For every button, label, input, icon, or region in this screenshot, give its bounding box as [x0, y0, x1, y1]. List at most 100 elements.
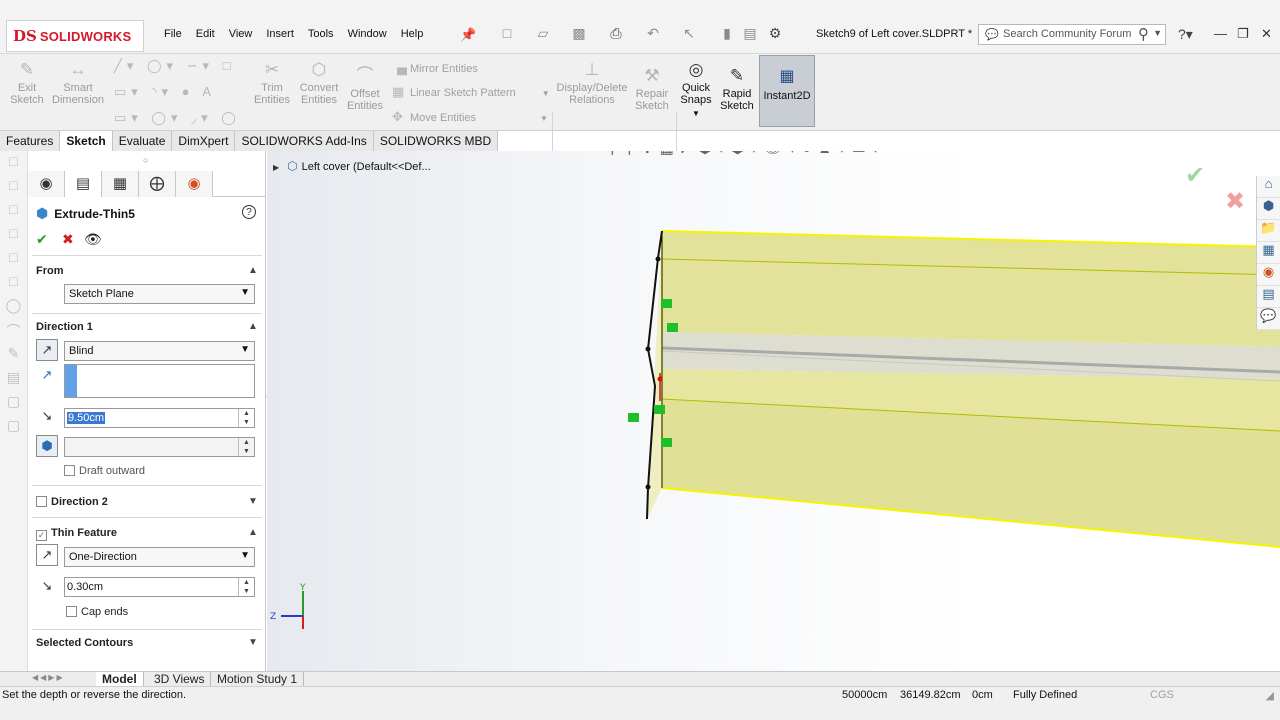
- expand-triangle-icon[interactable]: ▶: [273, 163, 279, 172]
- reverse-direction-icon[interactable]: ↗: [36, 339, 58, 361]
- menu-insert[interactable]: Insert: [266, 28, 294, 40]
- tab-evaluate[interactable]: Evaluate: [112, 131, 173, 151]
- apply-scene-icon[interactable]: ▲▾: [817, 151, 851, 157]
- thin-feature-checkbox[interactable]: ✓ Thin Feature: [36, 527, 117, 541]
- depth-input[interactable]: 9.50cm ▲ ▼: [64, 408, 255, 428]
- strip-tool-icon[interactable]: □: [0, 225, 27, 247]
- viewport-prev-icon[interactable]: □: [1157, 151, 1174, 152]
- strip-tool-icon[interactable]: ◯: [0, 297, 27, 319]
- section-view-icon[interactable]: ▦: [660, 151, 680, 157]
- trim-entities-button[interactable]: ✂ Trim Entities: [252, 60, 292, 106]
- help-icon[interactable]: ?: [242, 205, 256, 219]
- restore-icon[interactable]: ❐: [1237, 26, 1249, 42]
- dimxpert-manager-tab-icon[interactable]: ⨁: [139, 171, 176, 197]
- quick-snaps-button[interactable]: ◎ Quick Snaps ▼: [678, 60, 714, 120]
- cap-ends-checkbox[interactable]: Cap ends: [66, 606, 128, 618]
- convert-entities-button[interactable]: ⬡ Convert Entities: [296, 60, 342, 106]
- strip-tool-icon[interactable]: □: [0, 153, 27, 175]
- menu-view[interactable]: View: [229, 28, 253, 40]
- menu-help[interactable]: Help: [401, 28, 424, 40]
- property-manager-tab-icon[interactable]: ▤: [65, 171, 102, 197]
- strip-tool-icon[interactable]: □: [0, 201, 27, 223]
- resize-grip-icon[interactable]: ◢: [1266, 689, 1274, 702]
- graphics-area[interactable]: ▶⬡Left cover (Default<<Def... ⚲⚲✱▦✗⬢▾⬢▾👁…: [267, 151, 1280, 671]
- move-entities-button[interactable]: ✥ Move Entities ▼: [392, 109, 548, 125]
- strip-tool-icon[interactable]: ▤: [0, 369, 27, 391]
- chevron-down-icon[interactable]: ▼: [248, 496, 258, 507]
- direction-selection-box[interactable]: [64, 364, 255, 398]
- minimize-icon[interactable]: —: [1214, 26, 1227, 41]
- configuration-manager-tab-icon[interactable]: ▦: [102, 171, 139, 197]
- from-select[interactable]: Sketch Plane ▼: [64, 284, 255, 304]
- draft-outward-checkbox[interactable]: Draft outward: [64, 465, 145, 477]
- selected-contours-label[interactable]: Selected Contours: [36, 637, 133, 649]
- pattern-dropdown-icon[interactable]: ▼: [542, 89, 550, 98]
- thin-type-select[interactable]: One-Direction ▼: [64, 547, 255, 567]
- thickness-input[interactable]: 0.30cm ▲ ▼: [64, 577, 255, 597]
- tab-scroll-arrows-icon[interactable]: ◀◀▶▶: [32, 673, 65, 682]
- draft-on-off-icon[interactable]: ⬢: [36, 435, 58, 457]
- menu-edit[interactable]: Edit: [196, 28, 215, 40]
- display-style-icon[interactable]: ⬢▾: [731, 151, 764, 157]
- view-palette-icon[interactable]: ▦: [1257, 242, 1280, 264]
- view-settings-icon[interactable]: ▭▾: [852, 151, 886, 157]
- save-icon[interactable]: ▩: [570, 25, 588, 41]
- custom-properties-icon[interactable]: ▤: [1257, 286, 1280, 308]
- search-input[interactable]: 💬 Search Community Forum ⚲ ▼: [978, 24, 1166, 45]
- home-icon[interactable]: ⌂: [1257, 176, 1280, 198]
- status-unit-system[interactable]: CGS: [1150, 689, 1174, 701]
- hide-show-icon[interactable]: 👁▾: [764, 151, 803, 157]
- draft-spinner-icon[interactable]: ▲ ▼: [238, 438, 254, 456]
- confirm-cancel-x-icon[interactable]: ✖: [1225, 187, 1245, 216]
- strip-tool-icon[interactable]: □: [0, 249, 27, 271]
- viewport-dropdown-icon[interactable]: ▼: [1190, 151, 1211, 152]
- chevron-up-icon[interactable]: ▲: [248, 527, 258, 538]
- display-manager-tab-icon[interactable]: ◉: [176, 171, 213, 197]
- exit-sketch-button[interactable]: ✎ Exit Sketch: [8, 60, 46, 106]
- dynamic-annotation-icon[interactable]: ✗: [680, 151, 699, 157]
- repair-sketch-button[interactable]: ⚒ Repair Sketch: [632, 66, 672, 112]
- file-properties-icon[interactable]: ▤: [741, 25, 759, 41]
- rectangle-tools-icon[interactable]: ▭▾ ◝▾ ● A: [114, 84, 216, 100]
- slot-tools-icon[interactable]: ▭▾ ◯▾ ◞▾ ◯: [114, 110, 241, 126]
- strip-tool-icon[interactable]: ✎: [0, 345, 27, 367]
- strip-tool-icon[interactable]: ▢: [0, 417, 27, 439]
- edit-appearance-icon[interactable]: ●: [802, 151, 817, 157]
- options-gear-icon[interactable]: ⚙: [766, 25, 784, 41]
- instant2d-button[interactable]: ▦ Instant2D: [759, 55, 815, 127]
- move-dropdown-icon[interactable]: ▼: [540, 114, 548, 123]
- zoom-area-icon[interactable]: ⚲: [624, 151, 641, 157]
- preview-eye-icon[interactable]: 👁: [84, 231, 102, 248]
- forum-icon[interactable]: 💬: [1257, 308, 1280, 330]
- solidworks-logo[interactable]: DS SOLIDWORKS: [6, 20, 144, 52]
- viewport-restore-icon[interactable]: ❐: [1211, 151, 1231, 152]
- tab-dimxpert[interactable]: DimXpert: [172, 131, 236, 151]
- confirm-ok-check-icon[interactable]: ✔: [1185, 161, 1205, 190]
- undo-icon[interactable]: ↶: [644, 25, 662, 41]
- open-icon[interactable]: ▱: [534, 25, 552, 41]
- tab-model[interactable]: Model: [96, 672, 144, 687]
- strip-tool-icon[interactable]: ▢: [0, 393, 27, 415]
- quick-snaps-dropdown-icon[interactable]: ▼: [678, 108, 714, 120]
- draft-angle-input[interactable]: ▲ ▼: [64, 437, 255, 457]
- end-condition-select[interactable]: Blind ▼: [64, 341, 255, 361]
- chevron-up-icon[interactable]: ▲: [248, 321, 258, 332]
- viewport-close-icon[interactable]: ✕: [1231, 151, 1250, 152]
- depth-spinner-icon[interactable]: ▲ ▼: [238, 409, 254, 427]
- tab-motion-study[interactable]: Motion Study 1: [211, 672, 305, 687]
- chevron-up-icon[interactable]: ▲: [248, 265, 258, 276]
- tab-3d-views[interactable]: 3D Views: [148, 672, 212, 687]
- from-group-label[interactable]: From: [36, 265, 64, 277]
- viewport-next-icon[interactable]: □: [1174, 151, 1191, 152]
- direction2-checkbox[interactable]: Direction 2: [36, 496, 108, 508]
- ok-check-icon[interactable]: ✔: [36, 231, 48, 248]
- print-icon[interactable]: ⎙: [607, 25, 625, 41]
- menu-tools[interactable]: Tools: [308, 28, 334, 40]
- tab-features[interactable]: Features: [0, 131, 61, 151]
- thin-reverse-direction-icon[interactable]: ↗: [36, 544, 58, 566]
- strip-tool-icon[interactable]: ⌒: [0, 321, 27, 343]
- zoom-to-fit-icon[interactable]: ⚲: [607, 151, 624, 157]
- menu-window[interactable]: Window: [348, 28, 387, 40]
- search-icon[interactable]: ⚲: [1138, 25, 1149, 43]
- cancel-x-icon[interactable]: ✖: [62, 231, 74, 248]
